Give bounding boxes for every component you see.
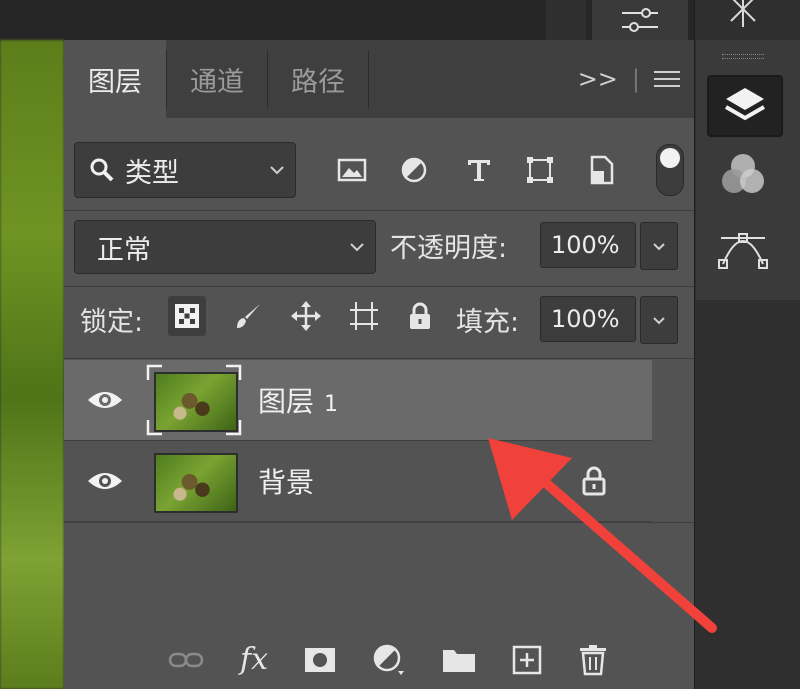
filter-toggle-knob — [660, 148, 680, 168]
adjust-sliders-icon — [622, 8, 658, 32]
opacity-value: 100% — [551, 231, 620, 259]
lock-all-button[interactable] — [400, 296, 440, 336]
link-layers-icon[interactable] — [168, 650, 204, 670]
layer-name[interactable]: 背景 — [258, 461, 314, 501]
shape-filter-icon — [527, 157, 553, 183]
new-layer-icon[interactable] — [512, 645, 542, 675]
delete-layer-icon[interactable] — [578, 644, 608, 676]
eye-visibility-icon[interactable] — [86, 467, 124, 495]
fill-value: 100% — [551, 305, 620, 333]
layers-icon — [724, 88, 766, 121]
add-mask-icon[interactable] — [304, 646, 336, 674]
top-bar-block — [546, 0, 586, 40]
tab-separator — [368, 50, 369, 108]
filter-type-layers-button[interactable] — [459, 152, 499, 188]
chevron-down-icon — [653, 316, 665, 324]
type-filter-icon — [468, 160, 490, 181]
fill-label: 填充: — [456, 307, 520, 338]
pen-path-icon — [718, 233, 768, 269]
tab-channels-label: 通道 — [190, 66, 244, 98]
opacity-input[interactable]: 100% — [540, 222, 636, 268]
tab-paths[interactable]: 路径 — [268, 40, 368, 118]
lock-image-pixels-button[interactable] — [228, 296, 268, 336]
filter-kind-dropdown[interactable]: 类型 — [74, 142, 296, 198]
lock-image-pixels-icon — [237, 304, 260, 328]
adjustment-filter-icon — [401, 157, 427, 183]
lock-label: 锁定: — [80, 307, 144, 338]
layers-panel-button[interactable] — [707, 75, 783, 137]
filter-adjustment-layers-button[interactable] — [394, 152, 434, 188]
section-divider — [64, 358, 694, 359]
tab-layers[interactable]: 图层 — [64, 40, 166, 118]
paths-panel-button[interactable] — [707, 218, 779, 276]
opacity-dropdown-button[interactable] — [640, 222, 678, 270]
lock-all-icon — [410, 302, 430, 329]
eye-visibility-icon[interactable] — [86, 386, 124, 414]
filter-toggle-switch[interactable] — [656, 144, 684, 196]
layer-thumbnail — [154, 453, 238, 513]
properties-tab[interactable] — [592, 0, 688, 40]
section-divider — [64, 210, 694, 211]
chevron-down-icon — [270, 166, 284, 175]
dock-grip[interactable] — [722, 54, 764, 59]
filter-kind-label: 类型 — [125, 157, 179, 189]
new-group-icon[interactable] — [442, 646, 476, 674]
search-icon — [90, 158, 114, 182]
lock-position-button[interactable] — [286, 296, 326, 336]
new-adjustment-icon[interactable] — [372, 643, 406, 677]
blend-mode-value: 正常 — [97, 234, 151, 266]
chevron-down-icon — [350, 243, 364, 252]
lock-position-icon — [291, 301, 321, 331]
filter-smart-objects-button[interactable] — [582, 152, 622, 188]
lock-artboard-icon — [350, 302, 378, 330]
layer-name-text: 背景 — [258, 466, 315, 499]
tab-actions: >> | — [578, 40, 680, 118]
lock-transparent-pixels-icon — [175, 304, 199, 328]
section-divider — [64, 286, 694, 287]
navigator-tool[interactable] — [707, 0, 779, 40]
image-filter-icon — [337, 158, 367, 182]
filter-pixel-layers-button[interactable] — [332, 152, 372, 188]
panel-tabs: 图层 通道 路径 >> | — [64, 40, 694, 118]
layer-name[interactable]: 图层 1 — [258, 380, 338, 420]
fill-dropdown-button[interactable] — [640, 296, 678, 344]
blend-mode-dropdown[interactable]: 正常 — [74, 220, 376, 274]
lock-artboard-button[interactable] — [344, 296, 384, 336]
tab-paths-label: 路径 — [291, 66, 345, 98]
tab-layers-label: 图层 — [88, 66, 142, 98]
smart-object-filter-icon — [590, 155, 614, 185]
canvas-background — [0, 40, 64, 689]
layer-number: 1 — [324, 392, 339, 417]
panel-menu-icon[interactable] — [654, 69, 680, 89]
opacity-label: 不透明度: — [390, 233, 508, 264]
fill-input[interactable]: 100% — [540, 296, 636, 342]
collapse-panel-button[interactable]: >> — [578, 65, 618, 93]
layer-row-layer-1[interactable]: 图层 1 — [64, 360, 652, 441]
tab-channels[interactable]: 通道 — [167, 40, 267, 118]
channels-icon — [722, 154, 764, 193]
chevron-down-icon — [653, 242, 665, 250]
layer-thumbnail — [154, 372, 238, 432]
annotation-arrow — [488, 438, 717, 633]
filter-shape-layers-button[interactable] — [520, 152, 560, 188]
tab-actions-divider: | — [631, 65, 640, 93]
compass-icon — [730, 0, 756, 27]
layer-name-text: 图层 — [258, 385, 315, 418]
fx-icon[interactable]: fx — [240, 642, 268, 677]
channels-panel-button[interactable] — [707, 146, 779, 204]
lock-transparent-pixels-button[interactable] — [168, 296, 206, 336]
